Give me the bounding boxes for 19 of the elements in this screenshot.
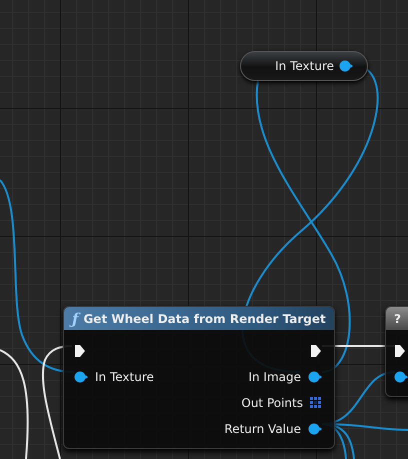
- array-pin-icon[interactable]: [310, 397, 322, 409]
- pin-label: In Texture: [95, 370, 154, 384]
- pin-label: Return Value: [224, 422, 301, 436]
- exec-pin-icon[interactable]: [310, 344, 322, 358]
- function-node[interactable]: ƒ Get Wheel Data from Render Target In Texture In Image Out Points Return Value: [63, 306, 335, 449]
- data-pin-icon[interactable]: [394, 371, 408, 383]
- pin-label: Out Points: [241, 396, 303, 410]
- data-pin-icon[interactable]: [308, 371, 322, 383]
- node-body[interactable]: ?: [385, 306, 408, 397]
- variable-node[interactable]: In Texture: [240, 51, 368, 81]
- pin-label: In Image: [248, 370, 301, 384]
- node-title: Get Wheel Data from Render Target: [83, 312, 326, 326]
- exec-pin-icon[interactable]: [74, 344, 86, 358]
- node-title: In Texture: [275, 59, 334, 73]
- data-pin-icon[interactable]: [339, 60, 353, 72]
- node-title: ?: [394, 312, 401, 326]
- data-pin-icon[interactable]: [308, 423, 322, 435]
- exec-pin-icon[interactable]: [394, 344, 406, 358]
- data-pin-icon[interactable]: [74, 371, 88, 383]
